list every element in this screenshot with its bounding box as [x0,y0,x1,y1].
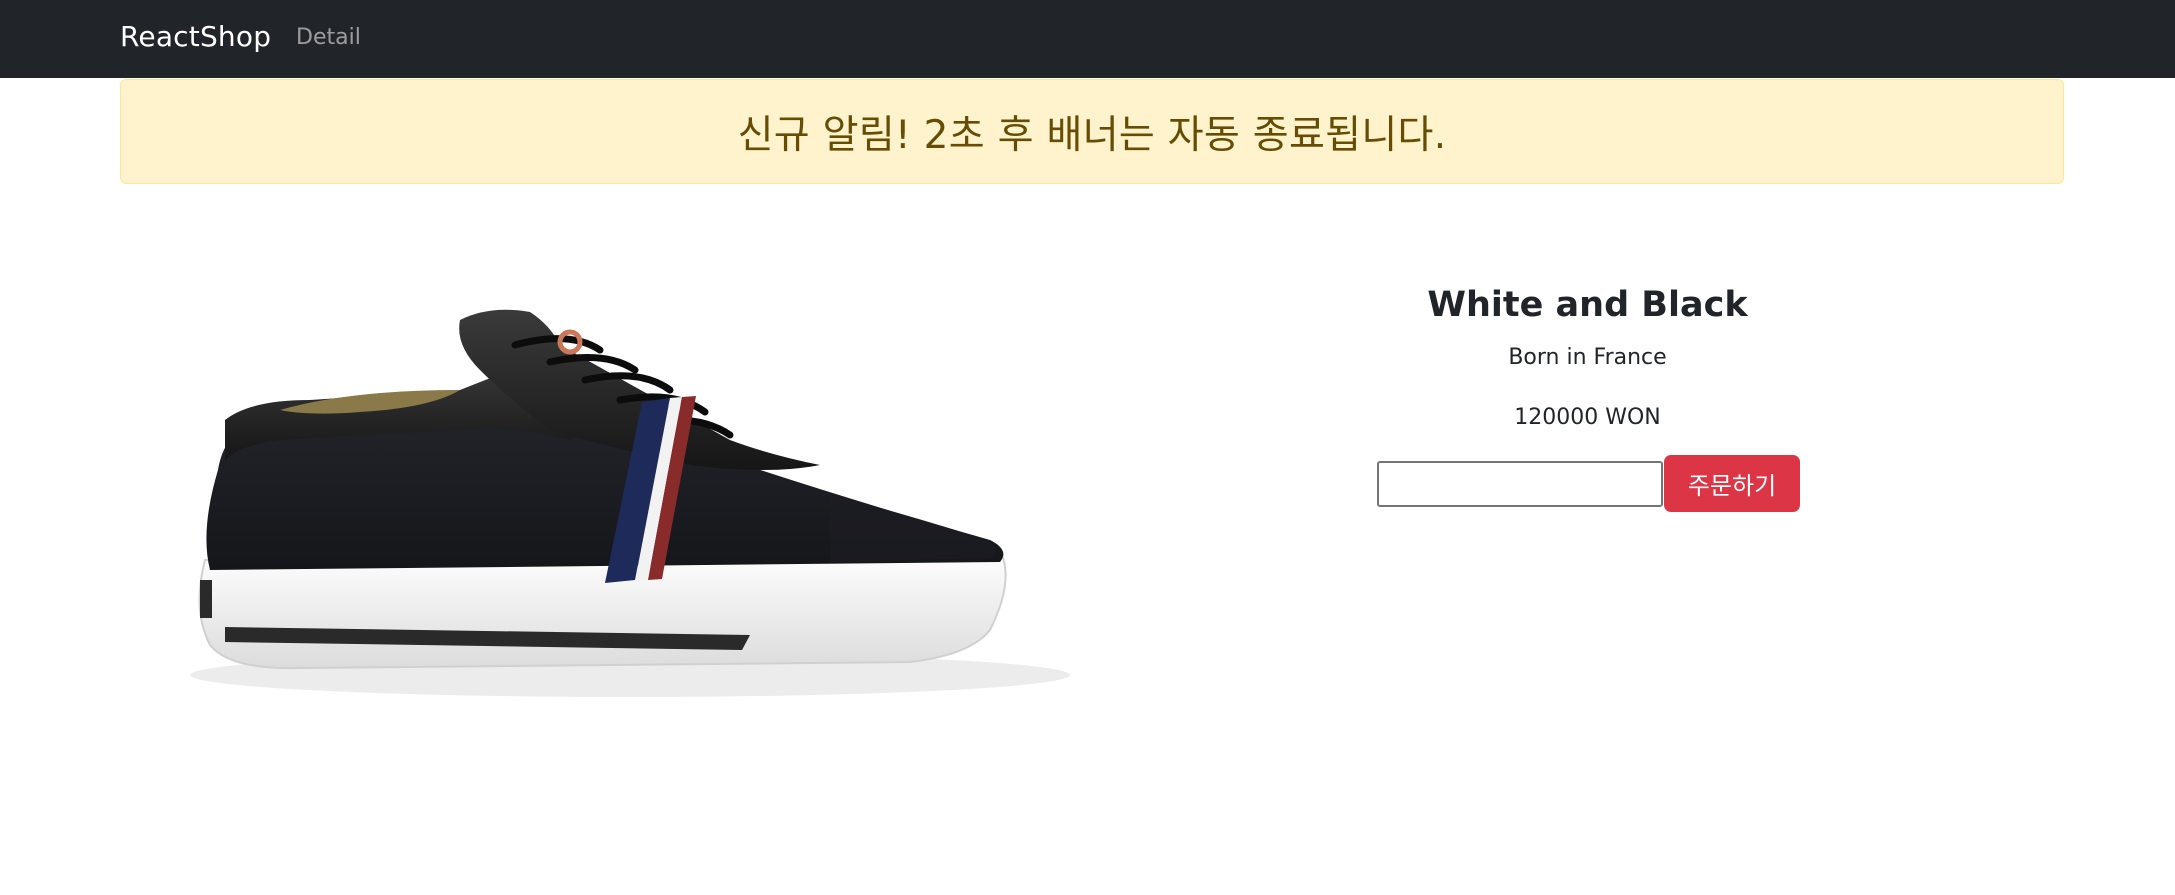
quantity-input[interactable] [1377,460,1663,507]
product-price: 120000 WON [1514,405,1661,430]
nav-link-detail[interactable]: Detail [296,25,361,50]
sneaker-illustration [190,309,1070,697]
navbar: ReactShop Detail [0,0,2175,78]
order-row: 주문하기 [1377,455,1800,512]
product-info: White and Black Born in France 120000 WO… [1300,275,1875,435]
brand-link[interactable]: ReactShop [120,20,271,53]
order-button[interactable]: 주문하기 [1664,455,1800,512]
alert-banner: 신규 알림! 2초 후 배너는 자동 종료됩니다. [120,79,2064,184]
product-title: White and Black [1427,285,1748,325]
product-origin: Born in France [1508,345,1667,370]
alert-message: 신규 알림! 2초 후 배너는 자동 종료됩니다. [737,112,1447,158]
product-image [130,250,1080,740]
